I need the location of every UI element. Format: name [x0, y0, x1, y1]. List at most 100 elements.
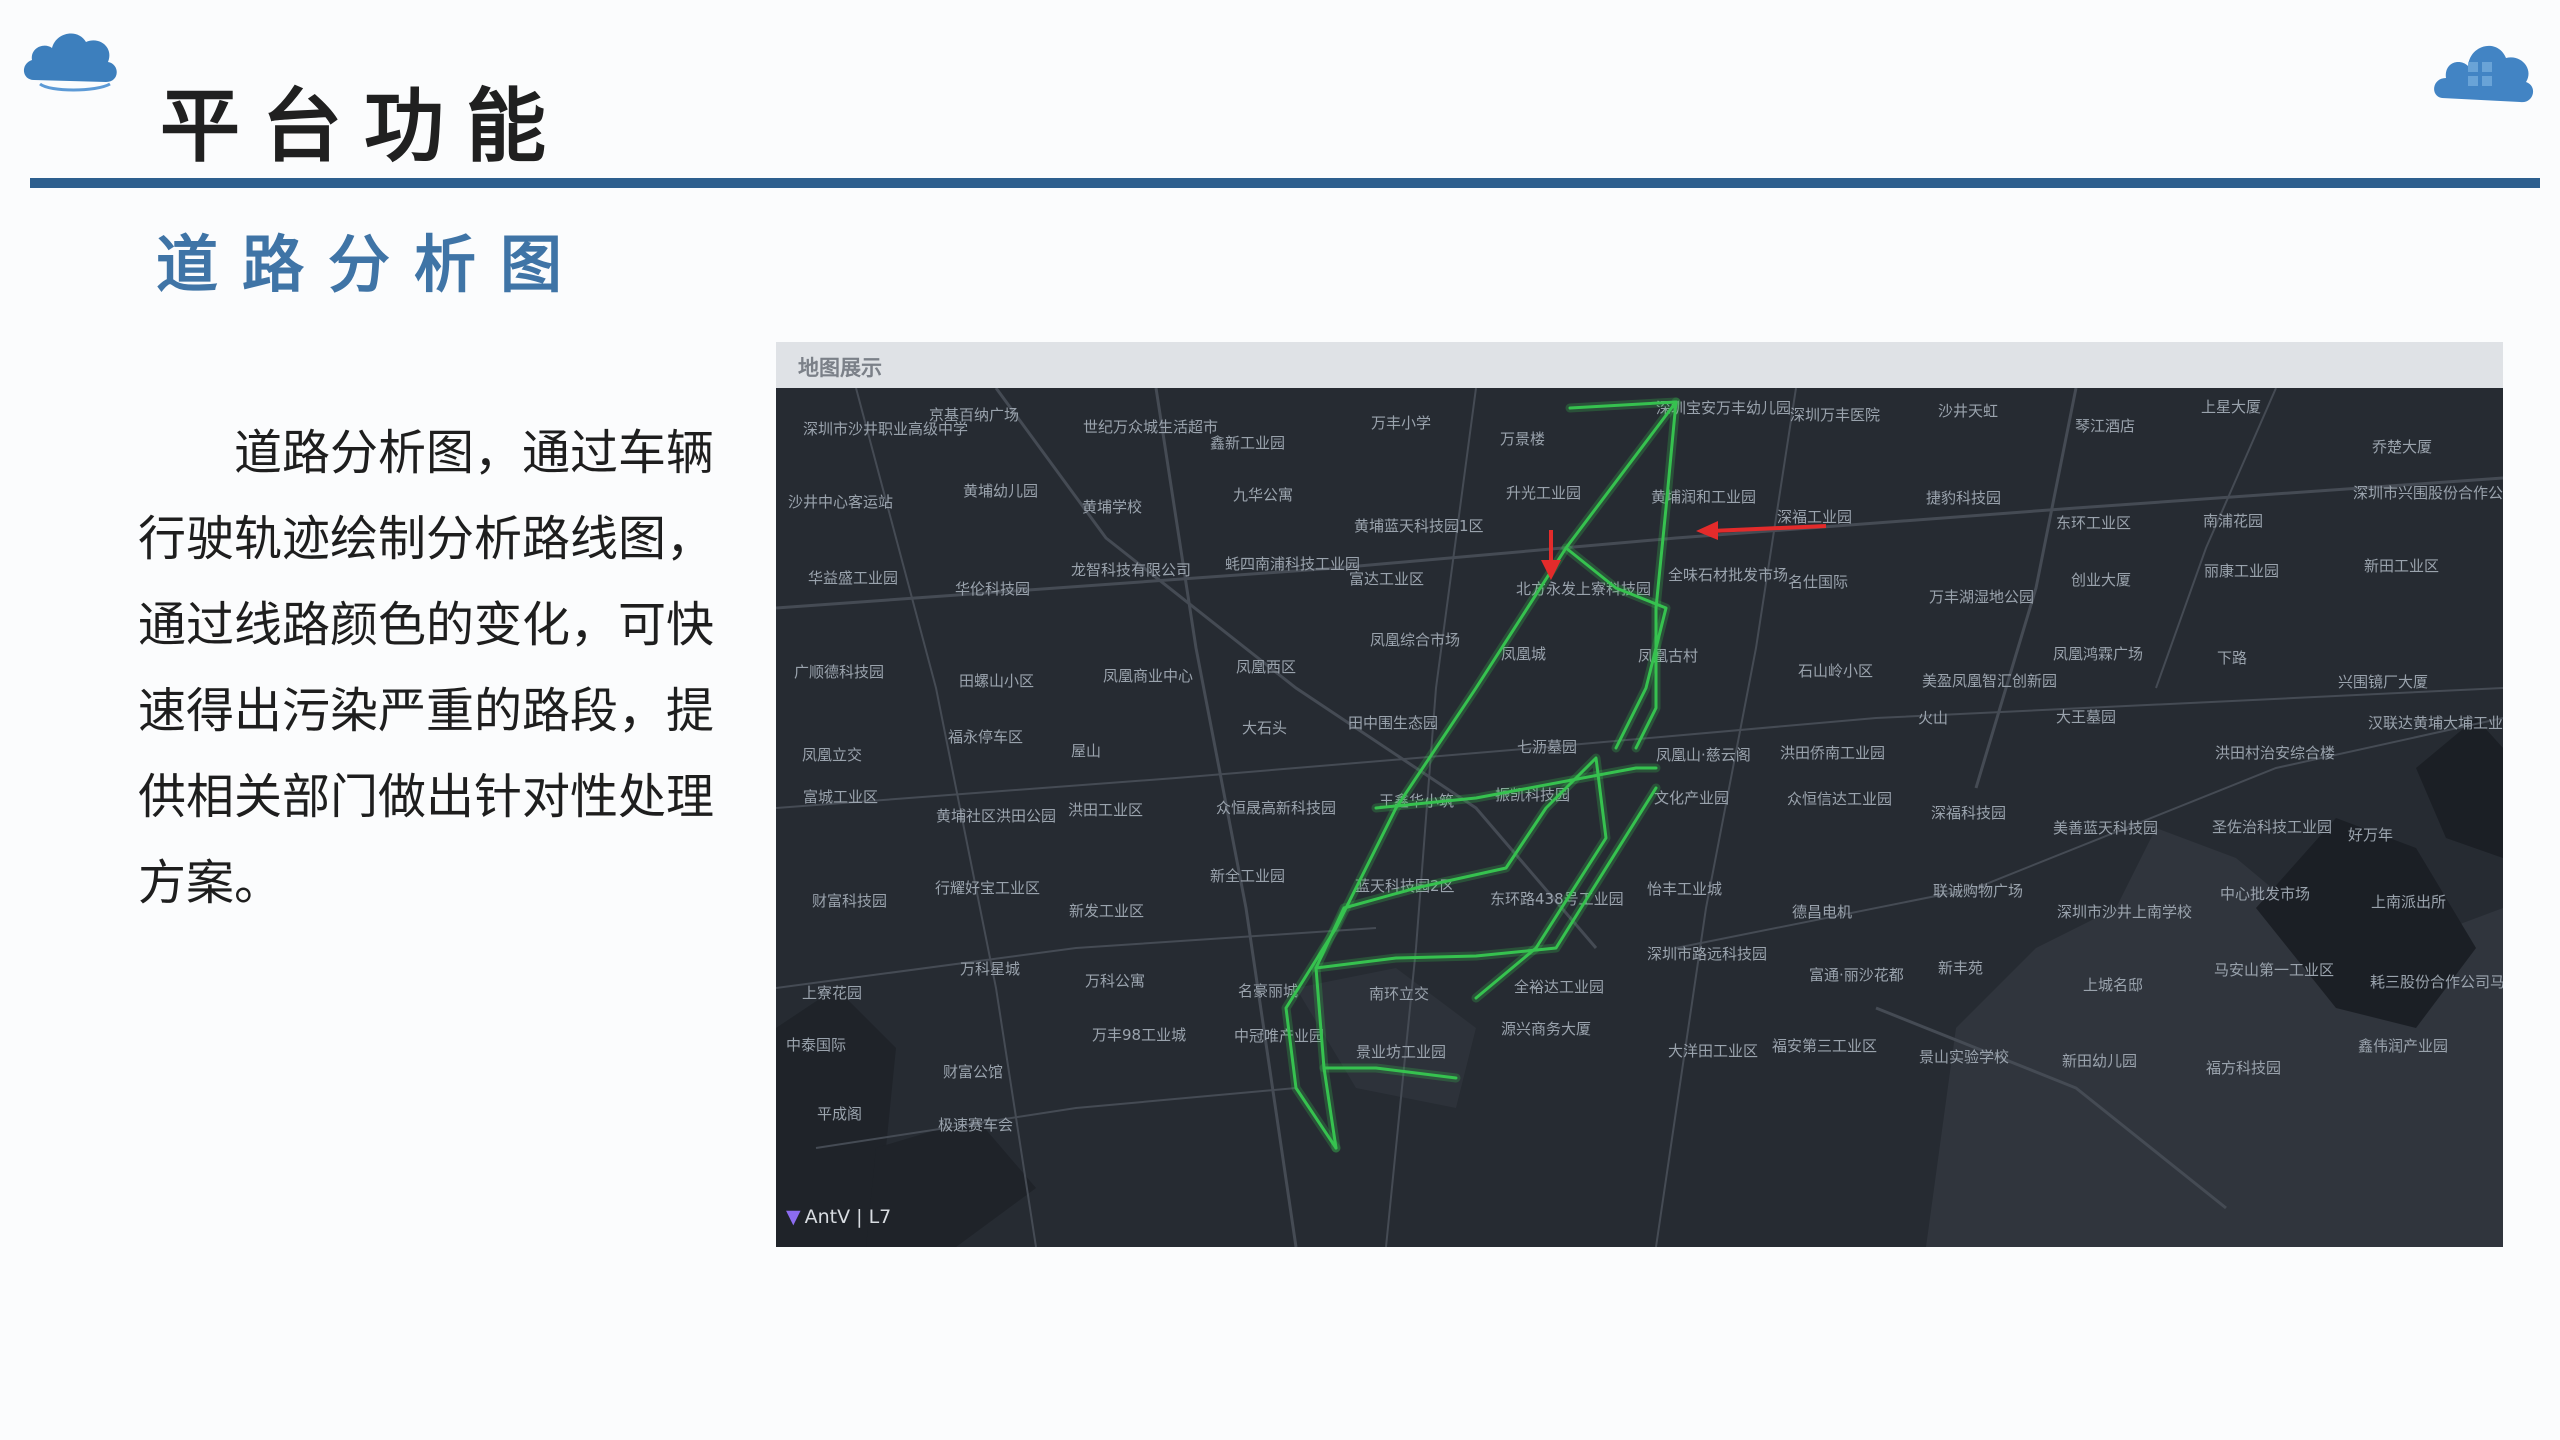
map-place-label: 深圳万丰医院	[1790, 406, 1880, 424]
map-panel-title: 地图展示	[798, 356, 882, 380]
map-place-label: 耗三股份合作公司马安山工业园	[2370, 973, 2503, 991]
map-place-label: 圣佐治科技工业园	[2212, 818, 2332, 836]
map-place-label: 田中围生态园	[1348, 714, 1438, 732]
map-attribution: ▼ AntV | L7	[786, 1206, 891, 1228]
map-place-label: 万科星城	[960, 960, 1020, 978]
map-place-label: 东环路438号工业园	[1490, 890, 1624, 908]
map-place-label: 上城名邸	[2083, 976, 2143, 994]
map-place-label: 源兴商务大厦	[1501, 1020, 1591, 1038]
map-place-label: 洪田侨南工业园	[1780, 744, 1885, 762]
map-place-label: 沙井中心客运站	[788, 493, 893, 511]
map-place-label: 深福科技园	[1931, 804, 2006, 822]
map-place-label: 黄埔社区洪田公园	[936, 807, 1056, 825]
map-place-label: 凤凰综合市场	[1370, 631, 1460, 649]
map-place-label: 深圳市兴围股份合作公司第三工业园	[2353, 484, 2503, 502]
map-place-label: 凤凰鸿霖广场	[2053, 645, 2143, 663]
map-place-label: 万科公寓	[1085, 972, 1145, 990]
map-place-label: 新发工业区	[1069, 902, 1144, 920]
map-place-label: 极速赛车会	[938, 1116, 1013, 1134]
map-place-label: 财富公馆	[943, 1063, 1003, 1081]
map-place-label: 深圳市沙井上南学校	[2057, 903, 2192, 921]
map-place-label: 富通·丽沙花都	[1809, 966, 1904, 984]
map-place-label: 大洋田工业区	[1668, 1042, 1758, 1060]
map-place-label: 上南派出所	[2371, 893, 2446, 911]
antv-logo-icon: ▼	[786, 1206, 801, 1228]
map-place-label: 丽康工业园	[2204, 562, 2279, 580]
map-place-label: 七沥墓园	[1517, 738, 1577, 756]
map-place-label: 中冠唯产业园	[1234, 1027, 1324, 1045]
map-place-label: 全味石材批发市场	[1668, 566, 1788, 584]
attribution-text: AntV | L7	[804, 1206, 892, 1228]
map-place-label: 上星大厦	[2201, 398, 2261, 416]
map-place-label: 新丰苑	[1938, 959, 1983, 977]
map-place-label: 富城工业区	[803, 788, 878, 806]
map-place-label: 华伦科技园	[955, 580, 1030, 598]
map-place-label: 九华公寓	[1233, 486, 1293, 504]
map-place-label: 福方科技园	[2206, 1059, 2281, 1077]
map-panel: 地图展示 深圳市沙井职业高级中学 京基百纳广场 世纪万众城生活超市 鑫新工业园 万丰小学…	[776, 342, 2503, 1247]
map-place-label: 乔楚大厦	[2372, 438, 2432, 456]
map-place-label: 屋山	[1071, 742, 1101, 760]
map-place-label: 南环立交	[1369, 985, 1429, 1003]
map-place-label: 洪田工业区	[1068, 801, 1143, 819]
map-place-label: 新全工业园	[1210, 867, 1285, 885]
map-place-label: 蚝四南浦科技工业园	[1225, 555, 1360, 573]
map-canvas[interactable]: 深圳市沙井职业高级中学京基百纳广场世纪万众城生活超市鑫新工业园万丰小学万景楼深圳…	[776, 388, 2503, 1247]
map-panel-header: 地图展示	[776, 342, 2503, 389]
map-place-label: 黄埔蓝天科技园1区	[1354, 517, 1484, 535]
map-place-label: 下路	[2217, 649, 2247, 667]
map-place-label: 凤凰山·慈云阁	[1656, 746, 1751, 764]
map-place-label: 美盈凤凰智汇创新园	[1922, 672, 2057, 690]
page-title: 平台功能	[160, 80, 568, 173]
map-place-label: 文化产业园	[1654, 789, 1729, 807]
map-place-label: 怡丰工业城	[1647, 880, 1722, 898]
map-place-label: 东环工业区	[2056, 514, 2131, 532]
map-place-label: 深圳市路远科技园	[1647, 945, 1767, 963]
map-place-label: 美善蓝天科技园	[2053, 819, 2158, 837]
map-place-label: 景业坊工业园	[1356, 1043, 1446, 1061]
title-divider	[30, 178, 2540, 188]
map-place-label: 黄埔学校	[1082, 498, 1142, 516]
map-place-label: 创业大厦	[2071, 571, 2131, 589]
map-place-label: 众恒信达工业园	[1787, 790, 1892, 808]
map-place-label: 大石头	[1242, 719, 1287, 737]
map-place-label: 上寮花园	[802, 984, 862, 1002]
map-place-label: 南浦花园	[2203, 512, 2263, 530]
map-place-label: 广顺德科技园	[794, 663, 884, 681]
map-place-label: 行耀好宝工业区	[935, 879, 1040, 897]
map-place-label: 沙井天虹	[1938, 402, 1998, 420]
map-place-label: 名仕国际	[1788, 573, 1848, 591]
map-place-label: 财富科技园	[812, 892, 887, 910]
cloud-logo-icon	[23, 33, 117, 92]
map-place-label: 深福工业园	[1777, 508, 1852, 526]
map-view[interactable]: 深圳市沙井职业高级中学 京基百纳广场 世纪万众城生活超市 鑫新工业园 万丰小学 万景楼 深圳…	[776, 388, 2503, 1247]
map-place-label: 好万年	[2348, 826, 2393, 844]
map-place-label: 石山岭小区	[1798, 662, 1873, 680]
map-place-label: 洪田村治安综合楼	[2215, 744, 2335, 762]
map-place-label: 福永停车区	[948, 728, 1023, 746]
cloud-logo-icon	[2434, 45, 2534, 103]
description-text: 道路分析图，通过车辆行驶轨迹绘制分析路线图，通过线路颜色的变化，可快速得出污染严…	[138, 425, 715, 911]
map-place-label: 凤凰立交	[802, 746, 862, 764]
map-place-label: 万丰湖湿地公园	[1929, 588, 2034, 606]
map-place-label: 马安山第一工业区	[2214, 961, 2334, 979]
map-place-label: 龙智科技有限公司	[1071, 561, 1191, 579]
map-place-label: 万丰98工业城	[1092, 1026, 1186, 1044]
section-subtitle: 道路分析图	[156, 228, 587, 301]
map-place-label: 平成阁	[817, 1105, 862, 1123]
map-place-label: 景山实验学校	[1919, 1048, 2009, 1066]
map-place-label: 万丰小学	[1371, 414, 1431, 432]
map-place-label: 凤凰商业中心	[1103, 667, 1193, 685]
map-place-label: 凤凰城	[1501, 645, 1546, 663]
map-place-label: 富达工业区	[1349, 570, 1424, 588]
map-place-label: 中心批发市场	[2220, 885, 2310, 903]
map-place-label: 全裕达工业园	[1514, 978, 1604, 996]
map-place-label: 升光工业园	[1506, 484, 1581, 502]
map-place-label: 中泰国际	[786, 1036, 846, 1054]
map-place-label: 凤凰西区	[1236, 658, 1296, 676]
map-place-label: 德昌电机	[1792, 903, 1852, 921]
map-place-label: 兴围镜厂大厦	[2338, 673, 2428, 691]
map-place-label: 大王墓园	[2056, 708, 2116, 726]
map-place-label: 鑫新工业园	[1210, 434, 1285, 452]
map-place-label: 鑫伟润产业园	[2358, 1037, 2448, 1055]
